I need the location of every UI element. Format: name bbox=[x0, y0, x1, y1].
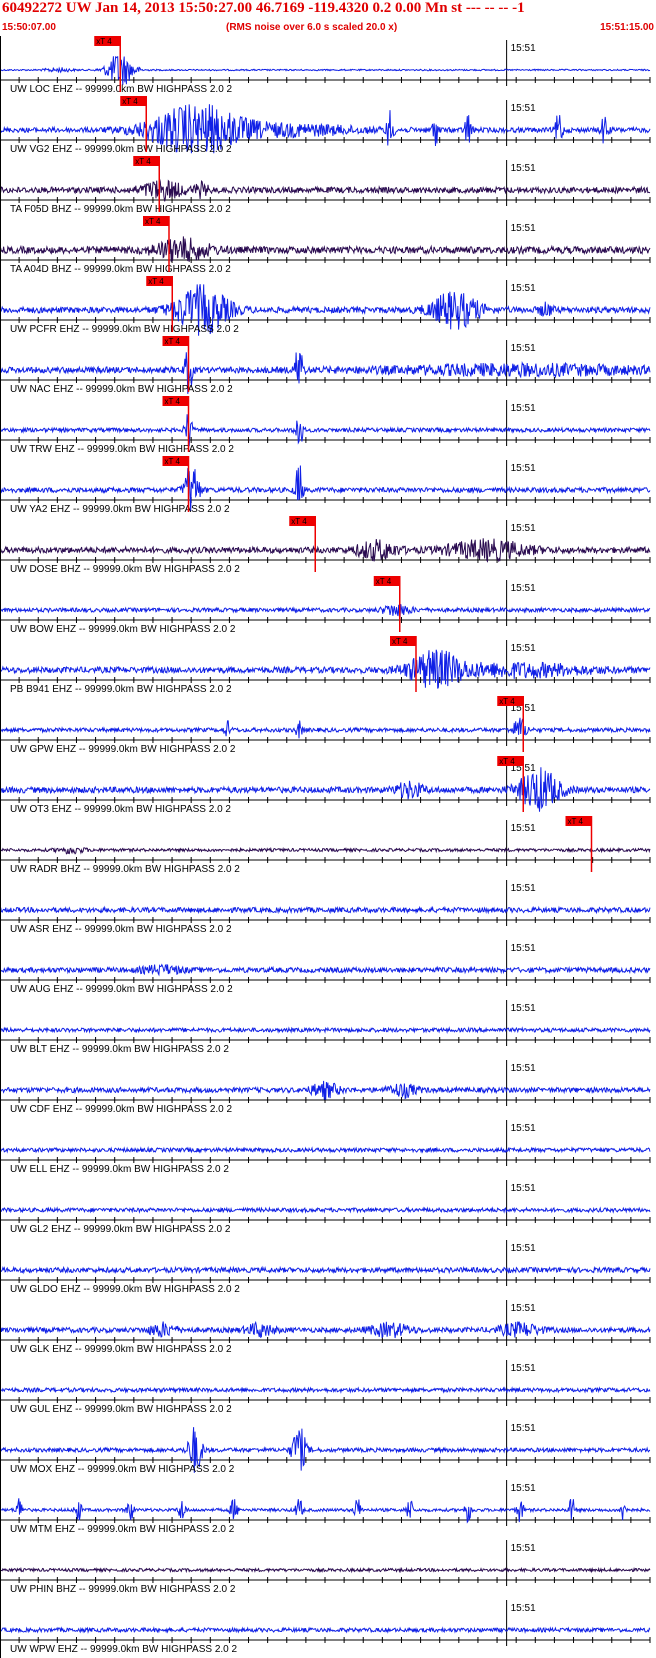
minute-mark-label: 15:51 bbox=[511, 643, 536, 654]
station-label: UW BOW EHZ -- 99999.0km BW HIGHPASS 2.0 … bbox=[10, 624, 236, 635]
station-label: UW MTM EHZ -- 99999.0km BW HIGHPASS 2.0 … bbox=[10, 1524, 235, 1535]
station-label: UW DOSE BHZ -- 99999.0km BW HIGHPASS 2.0… bbox=[10, 564, 240, 575]
minute-mark-label: 15:51 bbox=[511, 523, 536, 534]
waveform-trace bbox=[0, 716, 651, 739]
minute-mark-label: 15:51 bbox=[511, 1603, 536, 1614]
minute-mark-label: 15:51 bbox=[511, 463, 536, 474]
waveform-trace bbox=[0, 604, 651, 618]
minute-mark-label: 15:51 bbox=[511, 1543, 536, 1554]
minute-mark-label: 15:51 bbox=[511, 103, 536, 114]
station-label: UW ELL EHZ -- 99999.0km BW HIGHPASS 2.0 … bbox=[10, 1164, 229, 1175]
station-label: UW PHIN BHZ -- 99999.0km BW HIGHPASS 2.0… bbox=[10, 1584, 236, 1595]
pick-label: xT 4 bbox=[376, 577, 392, 586]
station-label: UW PCFR EHZ -- 99999.0km BW HIGHPASS 2.0… bbox=[10, 324, 239, 335]
minute-mark-label: 15:51 bbox=[511, 163, 536, 174]
station-label: PB B941 EHZ -- 99999.0km BW HIGHPASS 2.0… bbox=[10, 684, 232, 695]
pick-label: xT 4 bbox=[122, 97, 138, 106]
pick-label: xT 4 bbox=[148, 277, 164, 286]
waveform-trace bbox=[0, 846, 651, 855]
waveform-trace bbox=[0, 963, 651, 977]
pick-label: xT 4 bbox=[165, 457, 181, 466]
waveform-trace bbox=[0, 905, 651, 915]
plot-header: 60492272 UW Jan 14, 2013 15:50:27.00 46.… bbox=[0, 0, 656, 36]
waveform-trace bbox=[0, 1265, 651, 1275]
minute-mark-label: 15:51 bbox=[511, 823, 536, 834]
station-label: UW BLT EHZ -- 99999.0km BW HIGHPASS 2.0 … bbox=[10, 1044, 229, 1055]
station-label: UW VG2 EHZ -- 99999.0km BW HIGHPASS 2.0 … bbox=[10, 144, 232, 155]
waveform-trace bbox=[0, 1206, 651, 1214]
pick-label: xT 4 bbox=[392, 637, 408, 646]
waveform-trace bbox=[0, 1146, 651, 1154]
noise-scaling-note: (RMS noise over 6.0 s scaled 20.0 x) bbox=[226, 22, 398, 33]
station-label: UW WPW EHZ -- 99999.0km BW HIGHPASS 2.0 … bbox=[10, 1644, 238, 1655]
minute-mark-label: 15:51 bbox=[511, 1003, 536, 1014]
pick-label: xT 4 bbox=[291, 517, 307, 526]
minute-mark-label: 15:51 bbox=[511, 223, 536, 234]
minute-mark-label: 15:51 bbox=[511, 1483, 536, 1494]
minute-mark-label: 15:51 bbox=[511, 583, 536, 594]
end-time-label: 15:51:15.00 bbox=[600, 22, 654, 33]
station-label: UW GLK EHZ -- 99999.0km BW HIGHPASS 2.0 … bbox=[10, 1344, 232, 1355]
station-label: UW GUL EHZ -- 99999.0km BW HIGHPASS 2.0 … bbox=[10, 1404, 232, 1415]
station-label: UW AUG EHZ -- 99999.0km BW HIGHPASS 2.0 … bbox=[10, 984, 233, 995]
waveform-trace bbox=[0, 1026, 651, 1034]
station-label: UW ASR EHZ -- 99999.0km BW HIGHPASS 2.0 … bbox=[10, 924, 232, 935]
station-label: UW OT3 EHZ -- 99999.0km BW HIGHPASS 2.0 … bbox=[10, 804, 231, 815]
pick-label: xT 4 bbox=[96, 37, 112, 46]
station-label: UW NAC EHZ -- 99999.0km BW HIGHPASS 2.0 … bbox=[10, 384, 233, 395]
minute-mark-label: 15:51 bbox=[511, 1243, 536, 1254]
pick-label: xT 4 bbox=[145, 217, 161, 226]
minute-mark-label: 15:51 bbox=[511, 343, 536, 354]
station-label: UW YA2 EHZ -- 99999.0km BW HIGHPASS 2.0 … bbox=[10, 504, 230, 515]
minute-mark-label: 15:51 bbox=[511, 943, 536, 954]
station-label: TA A04D BHZ -- 99999.0km BW HIGHPASS 2.0… bbox=[10, 264, 231, 275]
waveform-trace bbox=[0, 1386, 651, 1394]
minute-mark-label: 15:51 bbox=[511, 1123, 536, 1134]
pick-label: xT 4 bbox=[165, 337, 181, 346]
pick-label: xT 4 bbox=[135, 157, 151, 166]
station-label: UW TRW EHZ -- 99999.0km BW HIGHPASS 2.0 … bbox=[10, 444, 234, 455]
station-label: UW RADR BHZ -- 99999.0km BW HIGHPASS 2.0… bbox=[10, 864, 240, 875]
station-label: UW GLDO EHZ -- 99999.0km BW HIGHPASS 2.0… bbox=[10, 1284, 240, 1295]
pick-label: xT 4 bbox=[499, 697, 515, 706]
pick-label: xT 4 bbox=[499, 757, 515, 766]
pick-label: xT 4 bbox=[568, 817, 584, 826]
minute-mark-label: 15:51 bbox=[511, 1303, 536, 1314]
station-label: UW CDF EHZ -- 99999.0km BW HIGHPASS 2.0 … bbox=[10, 1104, 233, 1115]
station-label: UW LOC EHZ -- 99999.0km BW HIGHPASS 2.0 … bbox=[10, 84, 233, 95]
station-label: UW MOX EHZ -- 99999.0km BW HIGHPASS 2.0 … bbox=[10, 1464, 235, 1475]
station-label: UW GPW EHZ -- 99999.0km BW HIGHPASS 2.0 … bbox=[10, 744, 236, 755]
minute-mark-label: 15:51 bbox=[511, 883, 536, 894]
pick-label: xT 4 bbox=[165, 397, 181, 406]
waveform-trace bbox=[0, 1566, 651, 1574]
minute-mark-label: 15:51 bbox=[511, 283, 536, 294]
minute-mark-label: 15:51 bbox=[511, 1423, 536, 1434]
seismogram-plot: 15:51 UW LOC EHZ -- 99999.0km BW HIGHPASS… bbox=[0, 36, 651, 1658]
minute-mark-label: 15:51 bbox=[511, 403, 536, 414]
waveform-trace bbox=[0, 1320, 651, 1339]
waveform-trace bbox=[0, 1626, 651, 1634]
event-title: 60492272 UW Jan 14, 2013 15:50:27.00 46.… bbox=[2, 0, 525, 16]
start-time-label: 15:50:07.00 bbox=[2, 22, 56, 33]
minute-mark-label: 15:51 bbox=[511, 1183, 536, 1194]
minute-mark-label: 15:51 bbox=[511, 1363, 536, 1374]
minute-mark-label: 15:51 bbox=[511, 43, 536, 54]
station-label: TA F05D BHZ -- 99999.0km BW HIGHPASS 2.0… bbox=[10, 204, 231, 215]
minute-mark-label: 15:51 bbox=[511, 1063, 536, 1074]
station-label: UW GL2 EHZ -- 99999.0km BW HIGHPASS 2.0 … bbox=[10, 1224, 231, 1235]
